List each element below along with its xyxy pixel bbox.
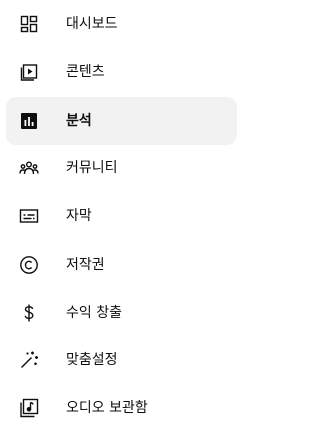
- sidebar-item-label: 자막: [66, 208, 92, 224]
- audio-library-icon: [19, 398, 39, 418]
- community-icon: [19, 158, 39, 178]
- analytics-icon: [19, 111, 39, 131]
- sidebar-item-content[interactable]: 콘텐츠: [6, 48, 237, 96]
- dashboard-icon: [19, 14, 39, 34]
- sidebar-item-label: 커뮤니티: [66, 160, 118, 176]
- copyright-icon: [19, 255, 39, 275]
- sidebar-item-analytics[interactable]: 분석: [6, 97, 237, 145]
- content-icon: [19, 62, 39, 82]
- subtitles-icon: [19, 206, 39, 226]
- sidebar-item-audio-library[interactable]: 오디오 보관함: [6, 384, 237, 432]
- monetization-icon: [19, 303, 39, 323]
- sidebar-item-monetization[interactable]: 수익 창출: [6, 289, 237, 337]
- sidebar-item-label: 대시보드: [66, 16, 118, 32]
- sidebar-item-copyright[interactable]: 저작권: [6, 241, 237, 289]
- customization-icon: [19, 350, 39, 370]
- sidebar-item-label: 저작권: [66, 257, 105, 273]
- sidebar-item-label: 수익 창출: [66, 305, 122, 321]
- sidebar-item-community[interactable]: 커뮤니티: [6, 144, 237, 192]
- sidebar-item-label: 오디오 보관함: [66, 400, 148, 416]
- sidebar-item-customization[interactable]: 맞춤설정: [6, 336, 237, 384]
- sidebar-item-label: 맞춤설정: [66, 352, 118, 368]
- sidebar-item-label: 콘텐츠: [66, 64, 105, 80]
- sidebar-item-label: 분석: [66, 113, 92, 129]
- sidebar-item-subtitles[interactable]: 자막: [6, 192, 237, 240]
- sidebar: 대시보드 콘텐츠 분석 커뮤니티 자막 저작권 수익 창출 맞춤설정 오디오 보…: [0, 0, 250, 440]
- sidebar-item-dashboard[interactable]: 대시보드: [6, 0, 237, 48]
